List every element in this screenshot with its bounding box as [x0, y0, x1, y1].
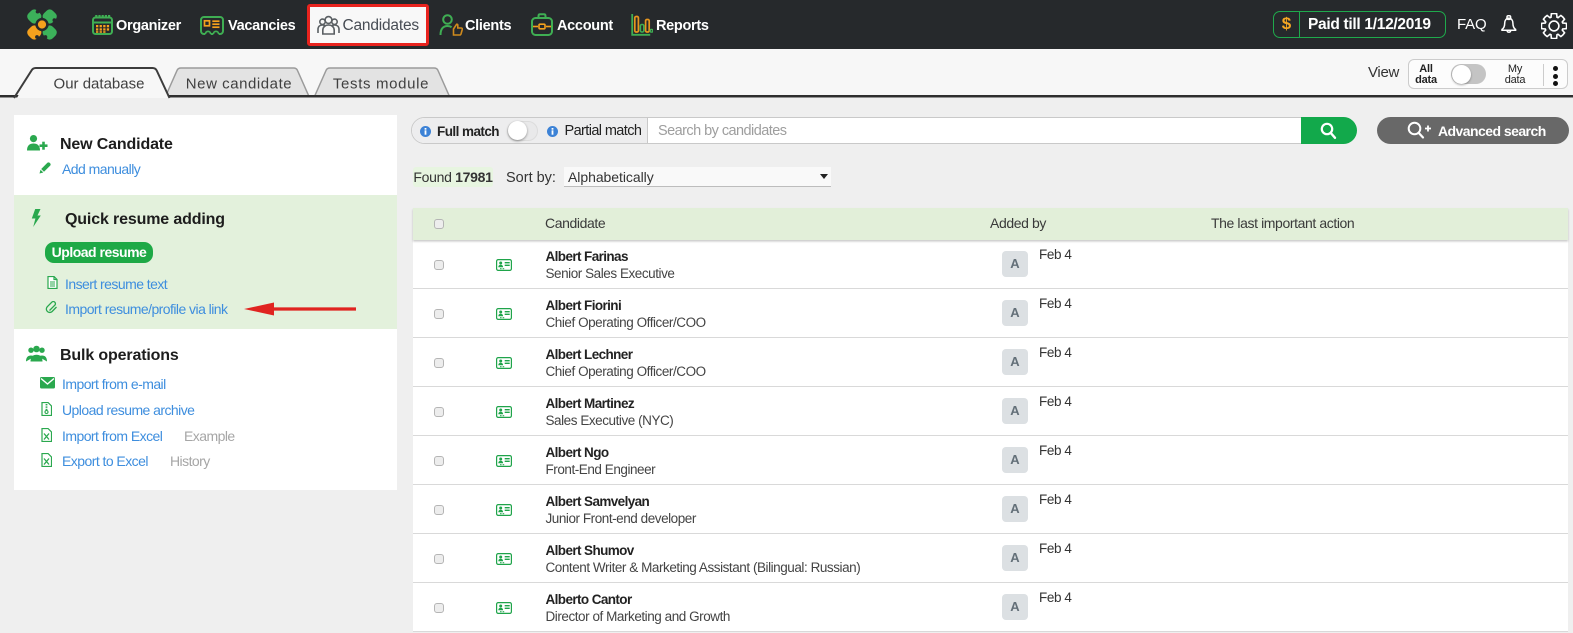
svg-text:New candidate: New candidate — [186, 76, 292, 93]
svg-text:Tests module: Tests module — [333, 76, 429, 93]
svg-text:Our database: Our database — [54, 76, 145, 93]
